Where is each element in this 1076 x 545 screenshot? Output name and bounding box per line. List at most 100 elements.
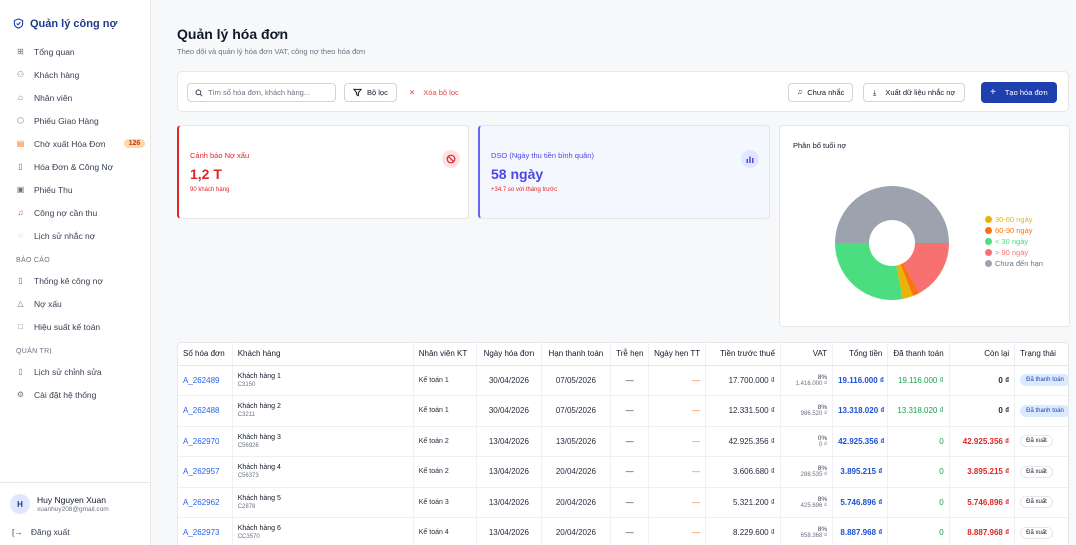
invoice-number-link[interactable]: A_262970: [178, 426, 233, 457]
nav-receivables[interactable]: ♫ Công nợ cần thu: [0, 201, 150, 224]
col-promise-date[interactable]: Ngày hẹn TT: [648, 343, 707, 366]
export-button[interactable]: ⤓ Xuất dữ liệu nhắc nợ: [863, 83, 966, 102]
late-cell: —: [610, 487, 649, 518]
nav-customers[interactable]: ⚇ Khách hàng: [0, 63, 150, 86]
pretax-cell: 3.606.680 ₫: [705, 456, 781, 488]
col-staff[interactable]: Nhân viên KT: [413, 343, 478, 366]
legend-label: < 30 ngày: [995, 237, 1029, 246]
table-row[interactable]: A_262489 Khách hàng 1 C3150 Kế toán 1 30/…: [178, 365, 1068, 396]
nav-label: Phiếu Thu: [34, 184, 73, 195]
legend-item[interactable]: Chưa đến hạn: [985, 258, 1043, 269]
user-email: xuanhuy208@gmail.com: [37, 506, 109, 513]
col-customer[interactable]: Khách hàng: [232, 343, 414, 366]
legend-label: > 90 ngày: [995, 248, 1029, 257]
col-vat[interactable]: VAT: [780, 343, 834, 366]
nav-label: Nhân viên: [34, 92, 73, 103]
invoice-number-link[interactable]: A_262488: [178, 395, 233, 427]
pie-slice[interactable]: [835, 243, 903, 300]
due-date-cell: 07/05/2026: [541, 365, 612, 396]
logout-label: Đăng xuất: [30, 527, 70, 537]
chart-legend: 30-60 ngày 60-90 ngày < 30 ngày > 90 ngày Ch…: [985, 214, 1043, 269]
logout-button[interactable]: [→ Đăng xuất: [10, 525, 142, 539]
filter-button[interactable]: Bộ lọc: [344, 83, 397, 102]
nav-label: Tổng quan: [34, 46, 75, 57]
legend-item[interactable]: < 30 ngày: [985, 236, 1043, 247]
table-row[interactable]: A_262973 Khách hàng 6 CC3570 Kế toán 4 13…: [178, 517, 1068, 545]
table-row[interactable]: A_262488 Khách hàng 2 C3211 Kế toán 1 30/…: [178, 395, 1068, 427]
nav-edit-history[interactable]: ▯ Lịch sử chỉnh sửa: [0, 360, 150, 383]
not-reminded-button[interactable]: ♫ Chưa nhắc: [788, 83, 854, 102]
dso-value: 58 ngày: [491, 166, 544, 182]
legend-item[interactable]: 30-60 ngày: [985, 214, 1043, 225]
nav-debt-stats[interactable]: ▯ Thống kê công nợ: [0, 269, 150, 292]
dso-note: +34.7 so với tháng trước: [491, 187, 558, 193]
logout-icon: [→: [12, 527, 23, 537]
col-status[interactable]: Trạng thái: [1014, 343, 1068, 366]
nav-reminder-history[interactable]: ◌ Lịch sử nhắc nợ: [0, 224, 150, 247]
grid-icon: ⊞: [17, 47, 24, 56]
nav-overview[interactable]: ⊞ Tổng quan: [0, 40, 150, 63]
nav-accountant-performance[interactable]: □ Hiệu suất kế toán: [0, 315, 150, 338]
total-cell: 8.887.968 ₫: [832, 517, 889, 545]
remaining-cell: 0 ₫: [949, 365, 1016, 396]
nav-receipts[interactable]: ▣ Phiếu Thu: [0, 178, 150, 201]
customer-cell: Khách hàng 1 C3150: [232, 365, 414, 396]
dso-card[interactable]: DSO (Ngày thu tiền bình quân) 58 ngày +3…: [478, 125, 770, 219]
table-row[interactable]: A_262962 Khách hàng 5 C2878 Kế toán 3 13/…: [178, 487, 1068, 518]
remaining-cell: 3.895.215 ₫: [949, 456, 1016, 488]
col-due-date[interactable]: Hạn thanh toán: [541, 343, 612, 366]
file-icon: ▯: [18, 276, 23, 285]
nav-invoices[interactable]: ▯ Hóa Đơn & Công Nợ: [0, 155, 150, 178]
late-cell: —: [610, 426, 649, 457]
legend-label: Chưa đến hạn: [995, 259, 1043, 268]
vat-cell: 8% 1.416.000 ₫: [780, 365, 834, 396]
nav-pending-invoice[interactable]: ▤ Chờ xuất Hóa Đơn 126: [0, 132, 150, 155]
legend-label: 30-60 ngày: [995, 215, 1033, 224]
brand[interactable]: Quản lý công nợ: [0, 0, 150, 36]
col-remaining[interactable]: Còn lại: [949, 343, 1016, 366]
legend-item[interactable]: 60-90 ngày: [985, 225, 1043, 236]
table-row[interactable]: A_262957 Khách hàng 4 C56373 Kế toán 2 13…: [178, 456, 1068, 488]
staff-cell: Kế toán 2: [413, 426, 478, 457]
invoice-number-link[interactable]: A_262489: [178, 365, 233, 396]
user-profile[interactable]: H Huy Nguyen Xuan xuanhuy208@gmail.com: [10, 489, 142, 519]
table-row[interactable]: A_262970 Khách hàng 3 C56926 Kế toán 2 13…: [178, 426, 1068, 457]
col-pretax[interactable]: Tiền trước thuế: [705, 343, 781, 366]
late-cell: —: [610, 456, 649, 488]
customer-code: C56926: [237, 442, 259, 449]
bad-debt-card[interactable]: Cảnh báo Nợ xấu 1,2 T 90 khách hàng: [177, 125, 469, 219]
status-cell: Đã thanh toán: [1014, 365, 1068, 396]
col-invoice-date[interactable]: Ngày hóa đơn: [476, 343, 542, 366]
legend-item[interactable]: > 90 ngày: [985, 247, 1043, 258]
customer-cell: Khách hàng 5 C2878: [232, 487, 414, 518]
clear-filter-button[interactable]: ✕ Xóa bộ lọc: [409, 83, 459, 102]
invoice-number-link[interactable]: A_262962: [178, 487, 233, 518]
promise-date-cell: —: [648, 517, 707, 545]
col-paid[interactable]: Đã thanh toán: [887, 343, 950, 366]
col-late[interactable]: Trễ hẹn: [610, 343, 649, 366]
promise-date-cell: —: [648, 365, 707, 396]
col-invoice-no[interactable]: Số hóa đơn: [178, 343, 233, 366]
nav-settings[interactable]: ⚙ Cài đặt hệ thống: [0, 383, 150, 406]
file-icon: ▯: [18, 162, 23, 171]
invoice-number-link[interactable]: A_262973: [178, 517, 233, 545]
customer-name: Khách hàng 6: [237, 525, 281, 533]
nav-delivery[interactable]: ⬡ Phiếu Giao Hàng: [0, 109, 150, 132]
legend-swatch: [985, 249, 992, 256]
receipt-icon: ▣: [16, 185, 25, 194]
nav-bad-debt[interactable]: △ Nợ xấu: [0, 292, 150, 315]
search-input[interactable]: [208, 88, 333, 97]
invoice-number-link[interactable]: A_262957: [178, 456, 233, 488]
total-cell: 13.318.020 ₫: [832, 395, 889, 427]
vat-rate: 8%: [817, 495, 828, 503]
col-total[interactable]: Tổng tiền: [832, 343, 889, 366]
vat-amount: 986.520 ₫: [800, 411, 828, 418]
bar-chart-icon: [741, 150, 759, 168]
search-box: [187, 83, 336, 102]
vat-amount: 1.416.000 ₫: [795, 380, 828, 387]
vat-rate: 0%: [817, 434, 828, 442]
nav-staff[interactable]: ⌂ Nhân viên: [0, 86, 150, 109]
paid-cell: 0: [887, 456, 950, 488]
create-invoice-button[interactable]: + Tạo hóa đơn: [981, 82, 1057, 103]
pie-slice[interactable]: [835, 186, 949, 243]
